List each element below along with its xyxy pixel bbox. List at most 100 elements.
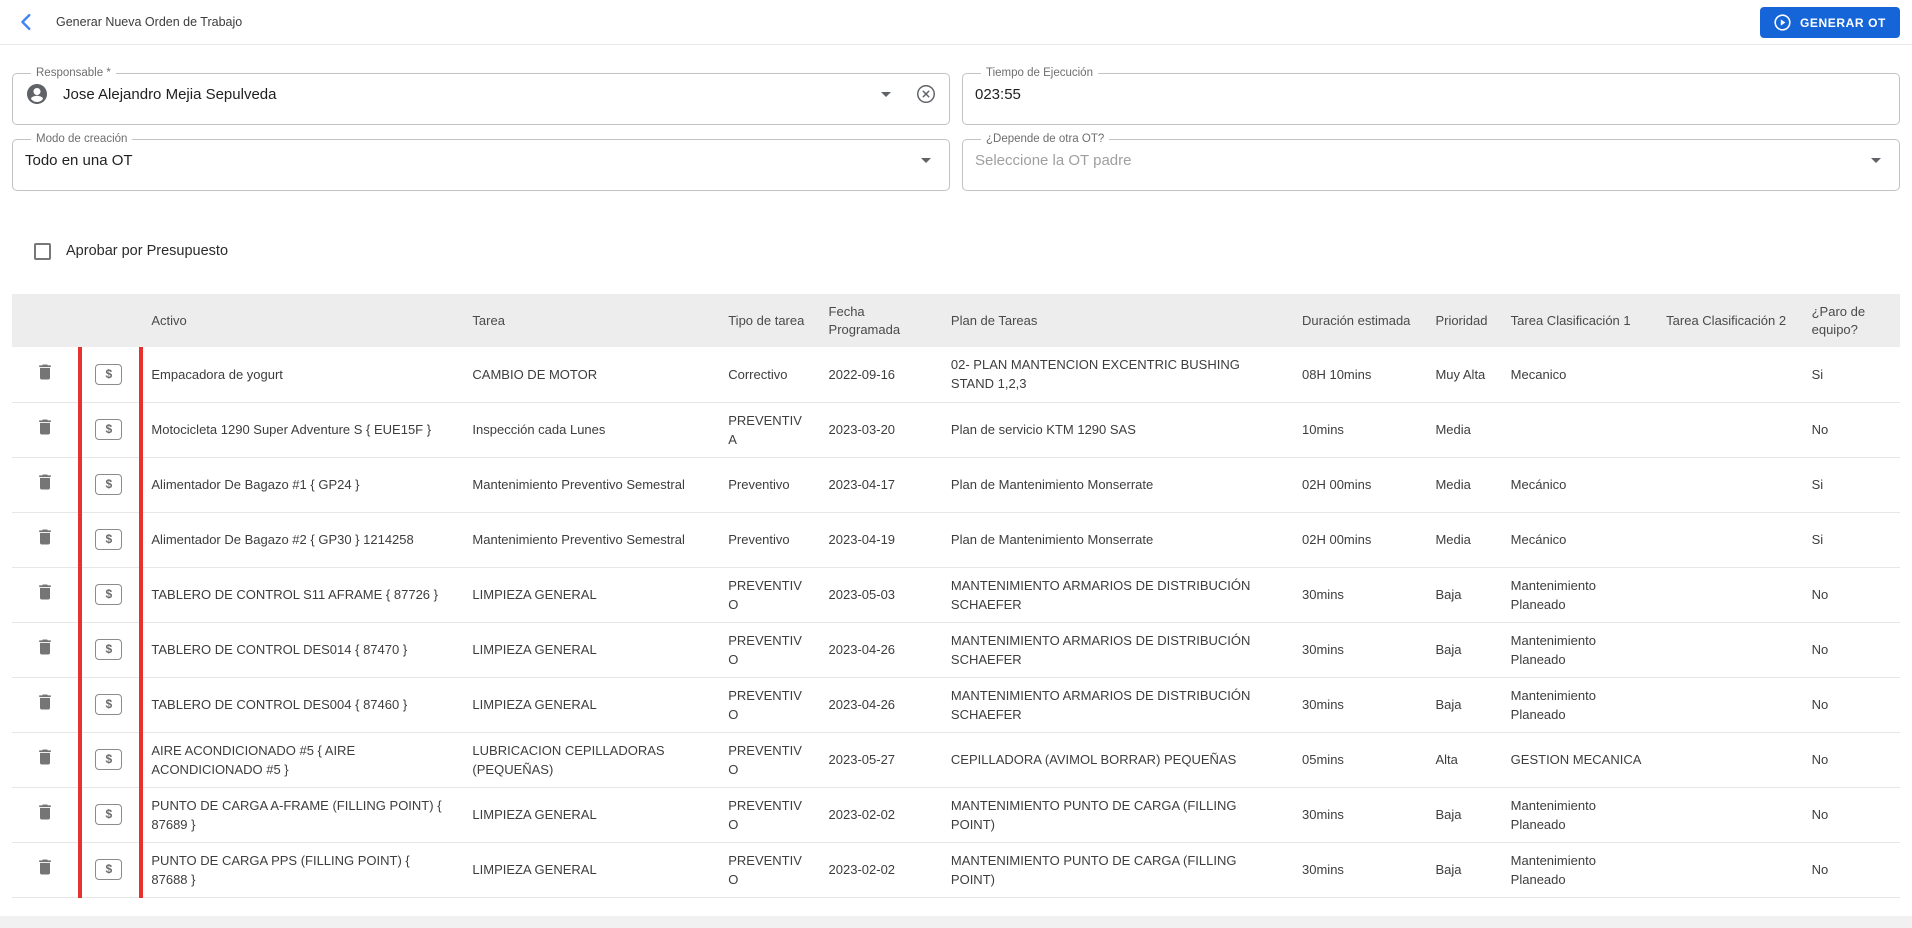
generar-ot-button[interactable]: GENERAR OT	[1759, 7, 1900, 38]
cell-paro: No	[1811, 807, 1829, 822]
trash-icon[interactable]	[35, 582, 55, 602]
cell-clasificacion2	[1654, 732, 1799, 787]
modo-creacion-field[interactable]: Modo de creación Todo en una OT	[12, 133, 950, 191]
tiempo-ejecucion-field[interactable]: Tiempo de Ejecución	[962, 67, 1900, 125]
header-activo: Activo	[151, 312, 187, 328]
cell-clasificacion1	[1499, 402, 1654, 457]
delete-cell	[12, 512, 78, 567]
cell-clasificacion2	[1654, 567, 1799, 622]
cell-clasificacion1: Mecánico	[1510, 532, 1567, 547]
header-tarea-clasificacion-1: Tarea Clasificación 1	[1510, 312, 1631, 328]
cell-fecha: 2023-04-17	[828, 477, 896, 492]
cell-duracion: 30mins	[1302, 587, 1344, 602]
cell-clasificacion1: GESTION MECANICA	[1510, 752, 1642, 767]
cell-activo: TABLERO DE CONTROL S11 AFRAME { 87726 }	[151, 587, 438, 602]
trash-icon[interactable]	[35, 472, 55, 492]
cell-tarea: CAMBIO DE MOTOR	[472, 366, 598, 382]
cell-paro: Si	[1811, 477, 1824, 492]
cell-plan: CEPILLADORA (AVIMOL BORRAR) PEQUEÑAS	[950, 752, 1237, 767]
delete-cell	[12, 567, 78, 622]
back-button[interactable]	[12, 7, 42, 37]
cell-activo: Alimentador De Bagazo #2 { GP30 } 121425…	[151, 532, 414, 547]
budget-cell: $	[78, 512, 139, 567]
cell-prioridad: Media	[1435, 532, 1471, 547]
generar-ot-label: GENERAR OT	[1799, 15, 1886, 30]
cell-tipo: PREVENTIVO	[728, 852, 802, 887]
responsable-clear-icon[interactable]	[915, 83, 937, 105]
dollar-icon[interactable]: $	[95, 474, 123, 495]
trash-icon[interactable]	[35, 747, 55, 767]
cell-plan: MANTENIMIENTO ARMARIOS DE DISTRIBUCIÓN S…	[950, 687, 1251, 722]
cell-duracion: 05mins	[1302, 752, 1344, 767]
cell-clasificacion1: Mecánico	[1510, 477, 1567, 492]
dollar-icon[interactable]: $	[95, 804, 123, 825]
cell-clasificacion2	[1654, 402, 1799, 457]
cell-clasificacion2	[1654, 512, 1799, 567]
cell-clasificacion2	[1654, 457, 1799, 512]
trash-icon[interactable]	[35, 637, 55, 657]
table-row: $ Alimentador De Bagazo #2 { GP30 } 12142…	[12, 512, 1900, 567]
trash-icon[interactable]	[35, 802, 55, 822]
dollar-icon[interactable]: $	[95, 419, 123, 440]
responsable-field[interactable]: Responsable * Jose Alejandro Mejia Sepul…	[12, 67, 950, 125]
dollar-icon[interactable]: $	[95, 584, 123, 605]
cell-activo: AIRE ACONDICIONADO #5 { AIRE ACONDICIONA…	[151, 742, 356, 777]
responsable-dropdown-caret-icon[interactable]	[881, 91, 891, 97]
dollar-icon[interactable]: $	[95, 639, 123, 660]
header-budget-col	[78, 294, 139, 347]
table-row: $ Alimentador De Bagazo #1 { GP24 } Manten…	[12, 457, 1900, 512]
cell-clasificacion2	[1654, 842, 1799, 897]
dollar-icon[interactable]: $	[95, 529, 123, 550]
cell-duracion: 10mins	[1302, 422, 1344, 437]
cell-prioridad: Muy Alta	[1435, 366, 1486, 382]
cell-fecha: 2023-02-02	[828, 807, 896, 822]
depende-ot-field[interactable]: ¿Depende de otra OT? Seleccione la OT pa…	[962, 133, 1900, 191]
cell-clasificacion1: Mantenimiento Planeado	[1510, 577, 1596, 612]
work-order-page: Generar Nueva Orden de Trabajo GENERAR O…	[0, 0, 1912, 916]
dollar-icon[interactable]: $	[95, 363, 123, 385]
dollar-icon[interactable]: $	[95, 859, 123, 880]
cell-activo: PUNTO DE CARGA PPS (FILLING POINT) { 876…	[151, 852, 410, 887]
trash-icon[interactable]	[35, 417, 55, 437]
page-title: Generar Nueva Orden de Trabajo	[56, 15, 243, 29]
cell-clasificacion2	[1654, 622, 1799, 677]
table-row: $ TABLERO DE CONTROL DES004 { 87460 } LIMP…	[12, 677, 1900, 732]
trash-icon[interactable]	[35, 692, 55, 712]
tiempo-ejecucion-input[interactable]	[975, 85, 1887, 103]
tasks-table: Activo Tarea Tipo de tarea Fecha Program…	[12, 294, 1900, 898]
cell-clasificacion1: Mantenimiento Planeado	[1510, 797, 1596, 832]
budget-cell: $	[78, 567, 139, 622]
cell-duracion: 08H 10mins	[1302, 366, 1372, 382]
top-bar: Generar Nueva Orden de Trabajo GENERAR O…	[0, 0, 1912, 45]
cell-plan: MANTENIMIENTO PUNTO DE CARGA (FILLING PO…	[950, 852, 1237, 887]
modo-creacion-dropdown-caret-icon[interactable]	[921, 157, 931, 163]
cell-tipo: PREVENTIVO	[728, 742, 802, 777]
delete-cell	[12, 347, 78, 402]
cell-paro: No	[1811, 587, 1829, 602]
dollar-icon[interactable]: $	[95, 694, 123, 715]
budget-cell: $	[78, 732, 139, 787]
cell-fecha: 2023-03-20	[828, 422, 896, 437]
cell-activo: Alimentador De Bagazo #1 { GP24 }	[151, 477, 360, 492]
trash-icon[interactable]	[35, 857, 55, 877]
cell-tarea: LIMPIEZA GENERAL	[472, 862, 597, 877]
tiempo-ejecucion-label: Tiempo de Ejecución	[986, 67, 1093, 79]
cell-clasificacion1: Mecanico	[1510, 366, 1567, 382]
depende-ot-dropdown-caret-icon[interactable]	[1871, 157, 1881, 163]
modo-creacion-value: Todo en una OT	[25, 151, 133, 169]
budget-cell: $	[78, 457, 139, 512]
cell-paro: No	[1811, 642, 1829, 657]
cell-tipo: Preventivo	[728, 477, 790, 492]
cell-plan: MANTENIMIENTO PUNTO DE CARGA (FILLING PO…	[950, 797, 1237, 832]
cell-fecha: 2023-04-26	[828, 697, 896, 712]
cell-plan: 02- PLAN MANTENCION EXCENTRIC BUSHING ST…	[950, 357, 1240, 392]
dollar-icon[interactable]: $	[95, 749, 123, 770]
responsable-value: Jose Alejandro Mejia Sepulveda	[63, 85, 277, 103]
table-row: $ Empacadora de yogurt CAMBIO DE MOTOR Corr…	[12, 347, 1900, 402]
approve-budget-checkbox[interactable]	[34, 242, 51, 260]
cell-tipo: PREVENTIVA	[728, 412, 802, 447]
tasks-table-wrap: Activo Tarea Tipo de tarea Fecha Program…	[12, 294, 1900, 898]
trash-icon[interactable]	[35, 527, 55, 547]
trash-icon[interactable]	[35, 362, 55, 382]
delete-cell	[12, 787, 78, 842]
